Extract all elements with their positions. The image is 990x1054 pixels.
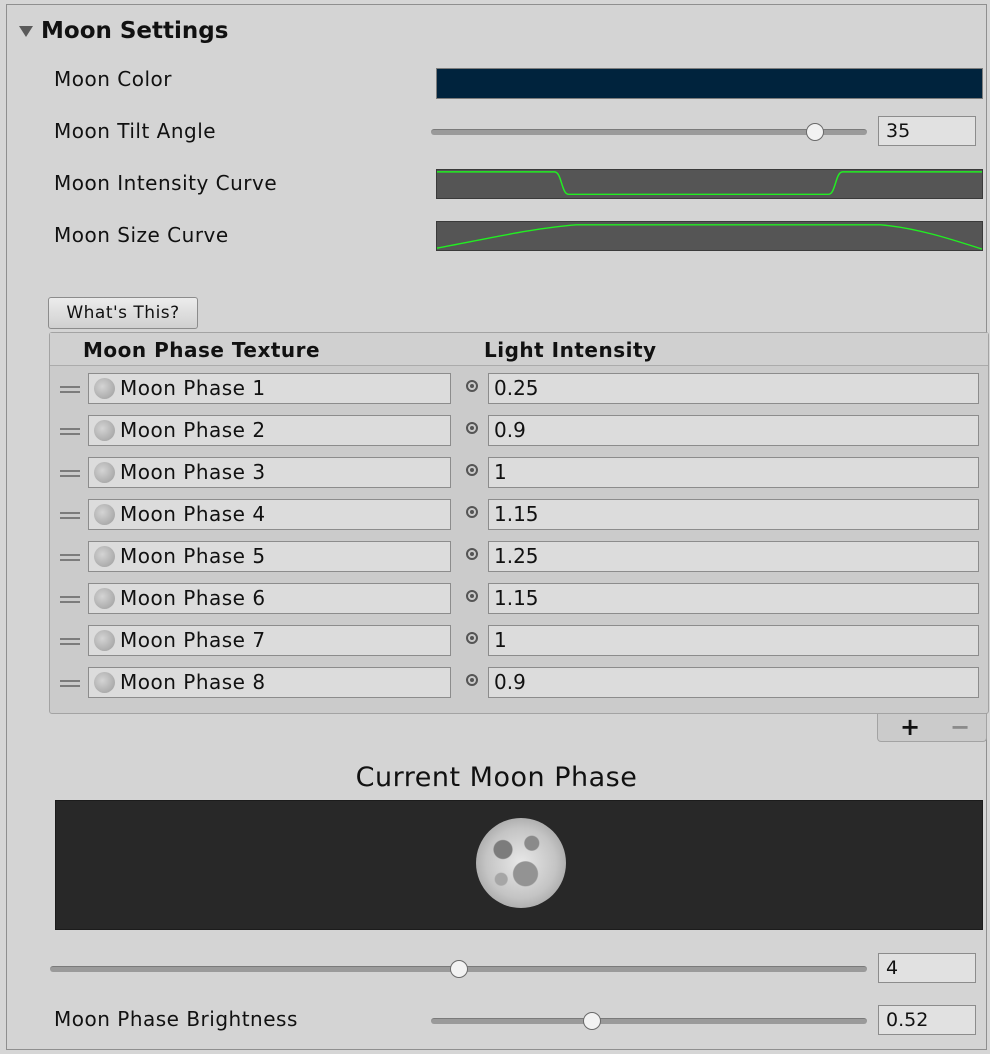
texture-field[interactable]: Moon Phase 6 [88, 583, 451, 614]
intensity-field[interactable]: 1 [488, 625, 979, 656]
drag-handle-icon[interactable] [60, 554, 80, 564]
moon-texture-icon [94, 504, 115, 525]
column-header-intensity: Light Intensity [484, 338, 657, 362]
moon-texture-icon [94, 420, 115, 441]
intensity-field[interactable]: 1.15 [488, 499, 979, 530]
drag-handle-icon[interactable] [60, 512, 80, 522]
target-circle-icon[interactable] [466, 548, 478, 560]
moon-settings-foldout[interactable]: Moon Settings [19, 18, 228, 44]
target-circle-icon[interactable] [466, 464, 478, 476]
drag-handle-icon[interactable] [60, 470, 80, 480]
drag-handle-icon[interactable] [60, 638, 80, 648]
intensity-field[interactable]: 1.15 [488, 583, 979, 614]
moon-size-curve-field[interactable] [436, 221, 983, 251]
tilt-slider-thumb[interactable] [805, 123, 824, 141]
moon-texture-icon [94, 462, 115, 483]
target-circle-icon[interactable] [466, 506, 478, 518]
moon-size-curve-label: Moon Size Curve [54, 223, 229, 247]
drag-handle-icon[interactable] [60, 386, 80, 396]
texture-name: Moon Phase 4 [120, 502, 266, 526]
moon-texture-icon [94, 630, 115, 651]
brightness-value-field[interactable]: 0.52 [878, 1005, 976, 1035]
phase-slider-thumb[interactable] [449, 960, 468, 978]
list-item: Moon Phase 6 1.15 [50, 580, 988, 622]
target-circle-icon[interactable] [466, 590, 478, 602]
moon-phase-preview [55, 800, 983, 930]
list-item: Moon Phase 2 0.9 [50, 412, 988, 454]
texture-field[interactable]: Moon Phase 4 [88, 499, 451, 530]
current-moon-phase-title: Current Moon Phase [355, 762, 638, 793]
tilt-slider-track[interactable] [431, 129, 867, 135]
texture-name: Moon Phase 6 [120, 586, 266, 610]
moon-phase-brightness-label: Moon Phase Brightness [54, 1007, 298, 1031]
target-circle-icon[interactable] [466, 674, 478, 686]
list-item: Moon Phase 8 0.9 [50, 664, 988, 706]
texture-name: Moon Phase 1 [120, 376, 266, 400]
moon-phase-list: Moon Phase Texture Light Intensity Moon … [49, 332, 989, 714]
remove-item-button[interactable]: − [950, 713, 970, 741]
texture-name: Moon Phase 2 [120, 418, 266, 442]
texture-field[interactable]: Moon Phase 7 [88, 625, 451, 656]
list-item: Moon Phase 3 1 [50, 454, 988, 496]
whats-this-button[interactable]: What's This? [48, 297, 198, 329]
texture-field[interactable]: Moon Phase 5 [88, 541, 451, 572]
drag-handle-icon[interactable] [60, 428, 80, 438]
list-item: Moon Phase 5 1.25 [50, 538, 988, 580]
list-item: Moon Phase 7 1 [50, 622, 988, 664]
intensity-field[interactable]: 1.25 [488, 541, 979, 572]
target-circle-icon[interactable] [466, 422, 478, 434]
moon-settings-panel: Moon Settings Moon Color Moon Tilt Angle… [6, 4, 989, 1050]
section-title: Moon Settings [41, 18, 229, 44]
moon-texture-icon [94, 546, 115, 567]
moon-texture-icon [94, 378, 115, 399]
phase-value-field[interactable]: 4 [878, 953, 976, 983]
texture-name: Moon Phase 8 [120, 670, 266, 694]
moon-color-label: Moon Color [54, 67, 172, 91]
texture-field[interactable]: Moon Phase 3 [88, 457, 451, 488]
moon-color-field[interactable] [436, 68, 983, 99]
moon-texture-icon [94, 588, 115, 609]
target-circle-icon[interactable] [466, 632, 478, 644]
list-item: Moon Phase 1 0.25 [50, 370, 988, 412]
triangle-down-icon[interactable] [19, 25, 33, 37]
moon-intensity-curve-label: Moon Intensity Curve [54, 171, 278, 195]
add-item-button[interactable]: + [900, 713, 920, 741]
intensity-field[interactable]: 1 [488, 457, 979, 488]
column-header-texture: Moon Phase Texture [83, 338, 321, 362]
list-header: Moon Phase Texture Light Intensity [50, 333, 988, 366]
drag-handle-icon[interactable] [60, 596, 80, 606]
texture-field[interactable]: Moon Phase 2 [88, 415, 451, 446]
texture-name: Moon Phase 3 [120, 460, 266, 484]
moon-intensity-curve-field[interactable] [436, 169, 983, 199]
intensity-field[interactable]: 0.9 [488, 415, 979, 446]
brightness-slider-thumb[interactable] [583, 1012, 602, 1030]
texture-name: Moon Phase 5 [120, 544, 266, 568]
target-circle-icon[interactable] [466, 380, 478, 392]
moon-texture-icon [94, 672, 115, 693]
moon-image [476, 818, 566, 908]
texture-field[interactable]: Moon Phase 1 [88, 373, 451, 404]
intensity-field[interactable]: 0.25 [488, 373, 979, 404]
list-item: Moon Phase 4 1.15 [50, 496, 988, 538]
list-footer: + − [877, 713, 987, 742]
intensity-field[interactable]: 0.9 [488, 667, 979, 698]
brightness-slider-track[interactable] [431, 1018, 867, 1024]
drag-handle-icon[interactable] [60, 680, 80, 690]
tilt-value-field[interactable]: 35 [878, 116, 976, 146]
texture-name: Moon Phase 7 [120, 628, 266, 652]
texture-field[interactable]: Moon Phase 8 [88, 667, 451, 698]
moon-tilt-angle-label: Moon Tilt Angle [54, 119, 217, 143]
